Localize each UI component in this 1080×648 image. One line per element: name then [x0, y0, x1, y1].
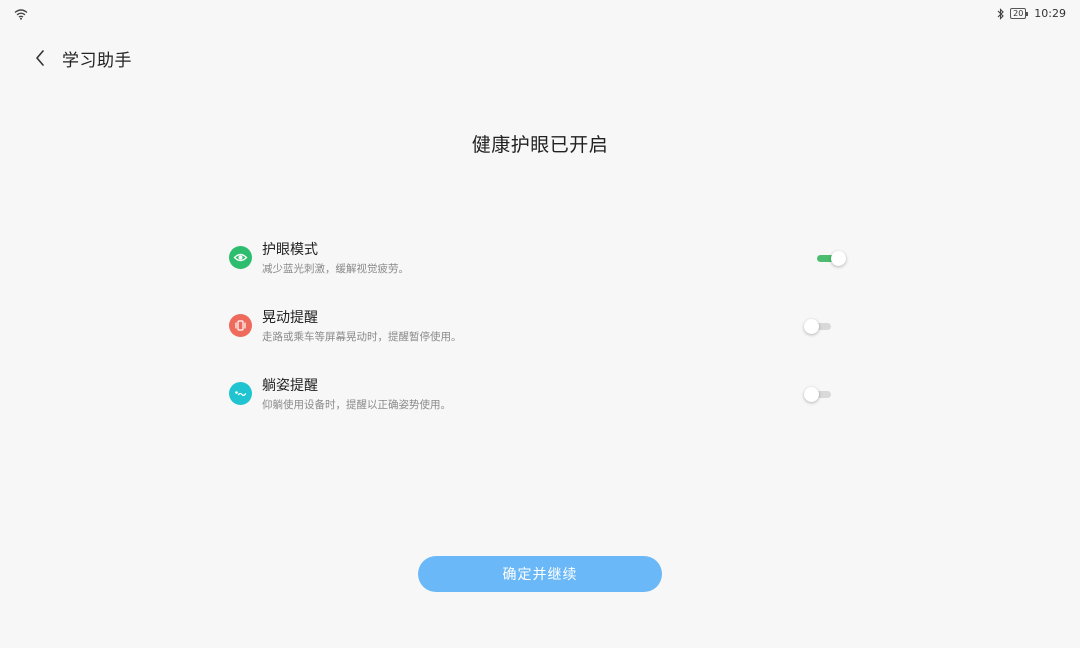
header: 学习助手 [30, 44, 132, 72]
setting-description: 减少蓝光刺激，缓解视觉疲劳。 [262, 263, 409, 275]
setting-eye-protection: 护眼模式 减少蓝光刺激，缓解视觉疲劳。 [229, 236, 853, 304]
setting-title: 护眼模式 [262, 242, 318, 258]
setting-lying-reminder: 躺姿提醒 仰躺使用设备时，提醒以正确姿势使用。 [229, 372, 853, 440]
eye-icon [229, 246, 252, 269]
setting-title: 躺姿提醒 [262, 378, 318, 394]
setting-title: 晃动提醒 [262, 310, 318, 326]
wifi-icon [14, 9, 28, 20]
page-heading: 健康护眼已开启 [471, 134, 609, 156]
battery-indicator: 20 [1010, 8, 1029, 19]
battery-level: 20 [1013, 9, 1024, 18]
toggle-knob [804, 319, 819, 334]
status-bar: 20 10:29 [0, 0, 1080, 28]
settings-list: 护眼模式 减少蓝光刺激，缓解视觉疲劳。 晃动提醒 走路或乘车等屏幕晃动时，提醒暂… [229, 236, 853, 440]
status-right-group: 20 10:29 [997, 7, 1066, 20]
toggle-knob [831, 251, 846, 266]
setting-text: 护眼模式 减少蓝光刺激，缓解视觉疲劳。 [262, 241, 409, 277]
vibrate-phone-icon [229, 314, 252, 337]
header-title: 学习助手 [62, 50, 132, 71]
setting-description: 仰躺使用设备时，提醒以正确姿势使用。 [262, 399, 451, 411]
setting-text: 躺姿提醒 仰躺使用设备时，提醒以正确姿势使用。 [262, 377, 451, 413]
chevron-left-icon[interactable] [30, 48, 50, 68]
clock: 10:29 [1034, 7, 1066, 20]
confirm-continue-button[interactable]: 确定并继续 [418, 556, 662, 592]
setting-description: 走路或乘车等屏幕晃动时，提醒暂停使用。 [262, 331, 462, 343]
toggle-knob [804, 387, 819, 402]
lying-reminder-toggle[interactable] [804, 386, 836, 404]
lying-posture-icon [229, 382, 252, 405]
setting-shake-reminder: 晃动提醒 走路或乘车等屏幕晃动时，提醒暂停使用。 [229, 304, 853, 372]
bluetooth-icon [997, 7, 1004, 20]
eye-protection-toggle[interactable] [814, 250, 846, 268]
shake-reminder-toggle[interactable] [804, 318, 836, 336]
setting-text: 晃动提醒 走路或乘车等屏幕晃动时，提醒暂停使用。 [262, 309, 462, 345]
